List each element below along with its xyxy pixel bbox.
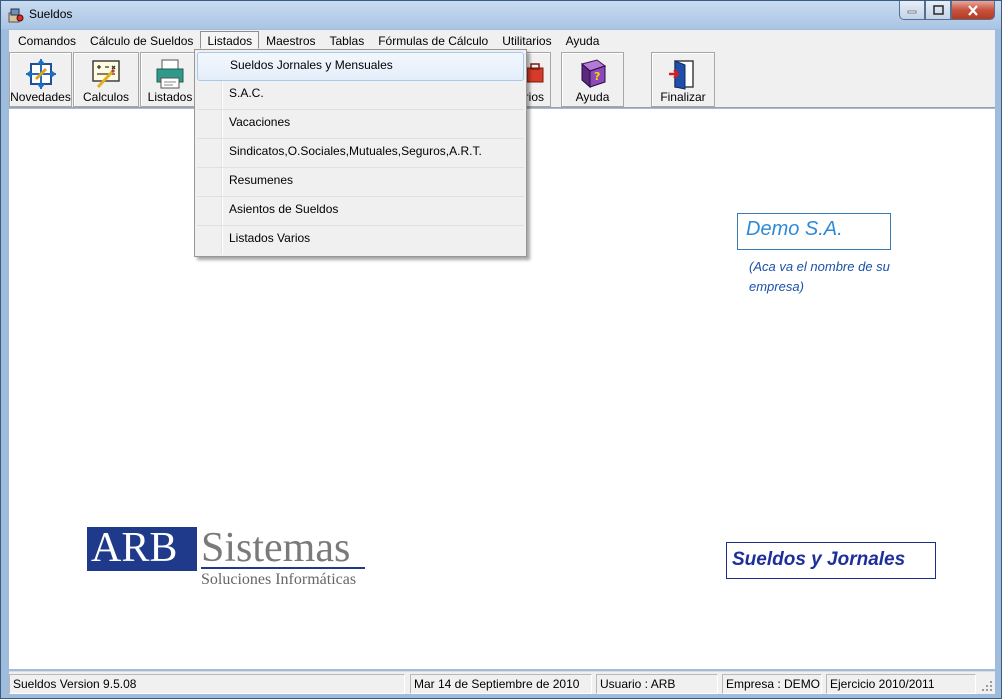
- status-user: Usuario : ARB: [596, 674, 718, 694]
- minimize-button[interactable]: [899, 1, 925, 20]
- novedades-icon: [25, 59, 56, 89]
- calculos-button[interactable]: Calculos: [73, 52, 139, 107]
- status-company: Empresa : DEMO: [722, 674, 822, 694]
- menu-ayuda[interactable]: Ayuda: [559, 31, 607, 49]
- dropdown-item-sueldos-jornales[interactable]: Sueldos Jornales y Mensuales: [197, 52, 524, 81]
- svg-text:?: ?: [594, 70, 600, 83]
- printer-icon: [156, 59, 184, 89]
- status-version: Sueldos Version 9.5.08: [9, 674, 405, 694]
- window-title: Sueldos: [29, 7, 73, 21]
- menu-listados[interactable]: Listados: [200, 31, 260, 49]
- menu-tablas[interactable]: Tablas: [323, 31, 372, 49]
- dropdown-item-sindicatos[interactable]: Sindicatos,O.Sociales,Mutuales,Seguros,A…: [197, 139, 524, 168]
- product-name-box: Sueldos y Jornales: [726, 542, 936, 579]
- finalizar-label: Finalizar: [660, 90, 706, 104]
- menu-formulas-de-calculo[interactable]: Fórmulas de Cálculo: [371, 31, 495, 49]
- app-icon: [8, 8, 24, 23]
- menu-maestros[interactable]: Maestros: [259, 31, 322, 49]
- novedades-button[interactable]: Novedades: [9, 52, 72, 107]
- logo-tagline: Soluciones Informáticas: [201, 571, 357, 588]
- logo-text-left: ARB: [91, 525, 178, 571]
- menu-calculo-de-sueldos[interactable]: Cálculo de Sueldos: [83, 31, 200, 49]
- dropdown-item-listados-varios[interactable]: Listados Varios: [197, 226, 524, 255]
- menu-bar: Comandos Cálculo de Sueldos Listados Mae…: [9, 30, 995, 50]
- ayuda-label: Ayuda: [575, 90, 610, 104]
- toolbox-icon: [526, 63, 544, 83]
- listados-label: Listados: [147, 90, 193, 104]
- finalizar-button[interactable]: Finalizar: [651, 52, 715, 107]
- maximize-icon: [932, 5, 944, 15]
- title-bar[interactable]: Sueldos: [1, 1, 1001, 29]
- logo-text-right: Sistemas: [201, 525, 351, 571]
- resize-grip-icon[interactable]: [981, 680, 993, 692]
- dropdown-item-sac[interactable]: S.A.C.: [197, 81, 524, 110]
- dropdown-item-asientos[interactable]: Asientos de Sueldos: [197, 197, 524, 226]
- app-window: Sueldos Comandos Cálculo de Sueldos List…: [0, 0, 1002, 699]
- listados-dropdown-menu: Sueldos Jornales y Mensuales S.A.C. Vaca…: [194, 49, 527, 257]
- menu-comandos[interactable]: Comandos: [11, 31, 83, 49]
- close-button[interactable]: [951, 1, 995, 20]
- arb-sistemas-logo: ARB Sistemas Soluciones Informáticas: [87, 523, 387, 593]
- dropdown-item-vacaciones[interactable]: Vacaciones: [197, 110, 524, 139]
- novedades-label: Novedades: [10, 90, 71, 104]
- help-book-icon: ?: [580, 59, 606, 89]
- ayuda-button[interactable]: ? Ayuda: [561, 52, 624, 107]
- maximize-button[interactable]: [925, 1, 951, 20]
- status-date: Mar 14 de Septiembre de 2010: [410, 674, 592, 694]
- close-icon: [968, 4, 978, 16]
- minimize-icon: [907, 10, 917, 14]
- menu-utilitarios[interactable]: Utilitarios: [495, 31, 558, 49]
- status-fiscal-year: Ejercicio 2010/2011: [826, 674, 976, 694]
- company-note: (Aca va el nombre de su empresa): [749, 259, 890, 294]
- dropdown-item-resumenes[interactable]: Resumenes: [197, 168, 524, 197]
- calculos-icon: [92, 60, 120, 89]
- calculos-label: Calculos: [82, 90, 130, 104]
- status-bar: Sueldos Version 9.5.08 Mar 14 de Septiem…: [9, 671, 995, 694]
- company-name-box: Demo S.A.: [737, 213, 891, 250]
- exit-door-icon: [669, 60, 694, 90]
- listados-button[interactable]: Listados: [140, 52, 200, 107]
